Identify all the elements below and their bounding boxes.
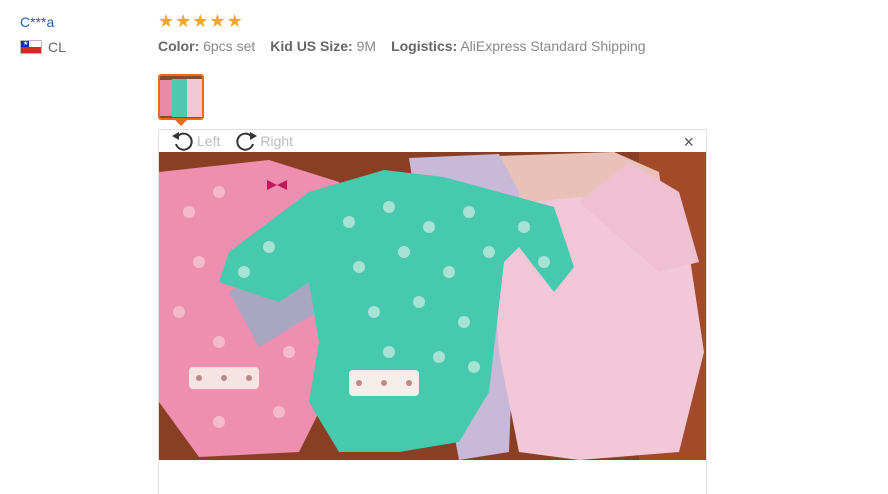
size-detail: Kid US Size: 9M: [270, 38, 377, 54]
logistics-detail: Logistics: AliExpress Standard Shipping: [391, 38, 646, 54]
star-icon: ★: [226, 11, 243, 31]
rotate-right-label: Right: [260, 133, 294, 149]
thumbnail-image: [160, 76, 202, 118]
photo-viewer: Left Right ×: [158, 129, 707, 494]
reviewer-country: ★ CL: [20, 39, 66, 55]
star-rating: ★ ★ ★ ★ ★: [158, 12, 758, 30]
star-icon: ★: [158, 11, 175, 31]
rotate-left-label: Left: [197, 133, 221, 149]
reviewer-name[interactable]: C***a: [20, 14, 66, 30]
star-icon: ★: [175, 11, 192, 31]
reviewer-info: C***a ★ CL: [20, 14, 66, 55]
rotate-right-icon: [236, 132, 258, 151]
rotate-left-button[interactable]: Left: [171, 131, 220, 151]
chile-flag-icon: ★: [20, 40, 42, 54]
baby-bodysuits-photo: [159, 152, 706, 460]
review-body: ★ ★ ★ ★ ★ Color: 6pcs set Kid US Size: 9…: [158, 12, 758, 54]
review-photo-thumbnail[interactable]: [158, 74, 204, 120]
close-icon[interactable]: ×: [683, 133, 694, 151]
thumbnail-pointer: [174, 119, 188, 126]
order-details: Color: 6pcs set Kid US Size: 9M Logistic…: [158, 38, 758, 54]
color-detail: Color: 6pcs set: [158, 38, 256, 54]
star-icon: ★: [209, 11, 226, 31]
country-code: CL: [48, 39, 66, 55]
review-photo: [159, 152, 706, 460]
star-icon: ★: [192, 11, 209, 31]
rotate-right-button[interactable]: Right: [234, 131, 293, 151]
viewer-toolbar: Left Right ×: [159, 130, 706, 152]
rotate-left-icon: [172, 132, 193, 151]
